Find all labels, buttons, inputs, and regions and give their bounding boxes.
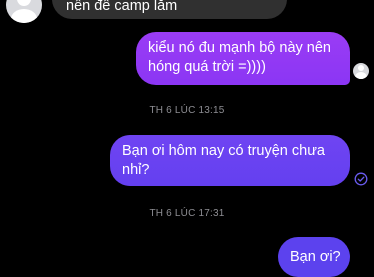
avatar-head: [358, 65, 364, 71]
read-receipt-avatar: [353, 63, 369, 79]
avatar-body: [11, 9, 37, 23]
avatar-head: [17, 0, 31, 6]
contact-avatar[interactable]: [6, 0, 42, 23]
message-bubble-incoming[interactable]: nên đế camp lắm: [52, 0, 287, 19]
message-bubble-outgoing[interactable]: Bạn ơi?: [278, 237, 350, 277]
message-bubble-outgoing[interactable]: kiểu nó đu mạnh bộ này nên hóng quá trời…: [136, 32, 350, 85]
message-timestamp: TH 6 LÚC 17:31: [149, 208, 225, 219]
check-circle-icon: [354, 172, 368, 186]
message-bubble-outgoing[interactable]: Bạn ơi hôm nay có truyện chưa nhỉ?: [110, 135, 350, 186]
avatar-body: [355, 72, 367, 79]
message-timestamp: TH 6 LÚC 13:15: [149, 105, 225, 116]
